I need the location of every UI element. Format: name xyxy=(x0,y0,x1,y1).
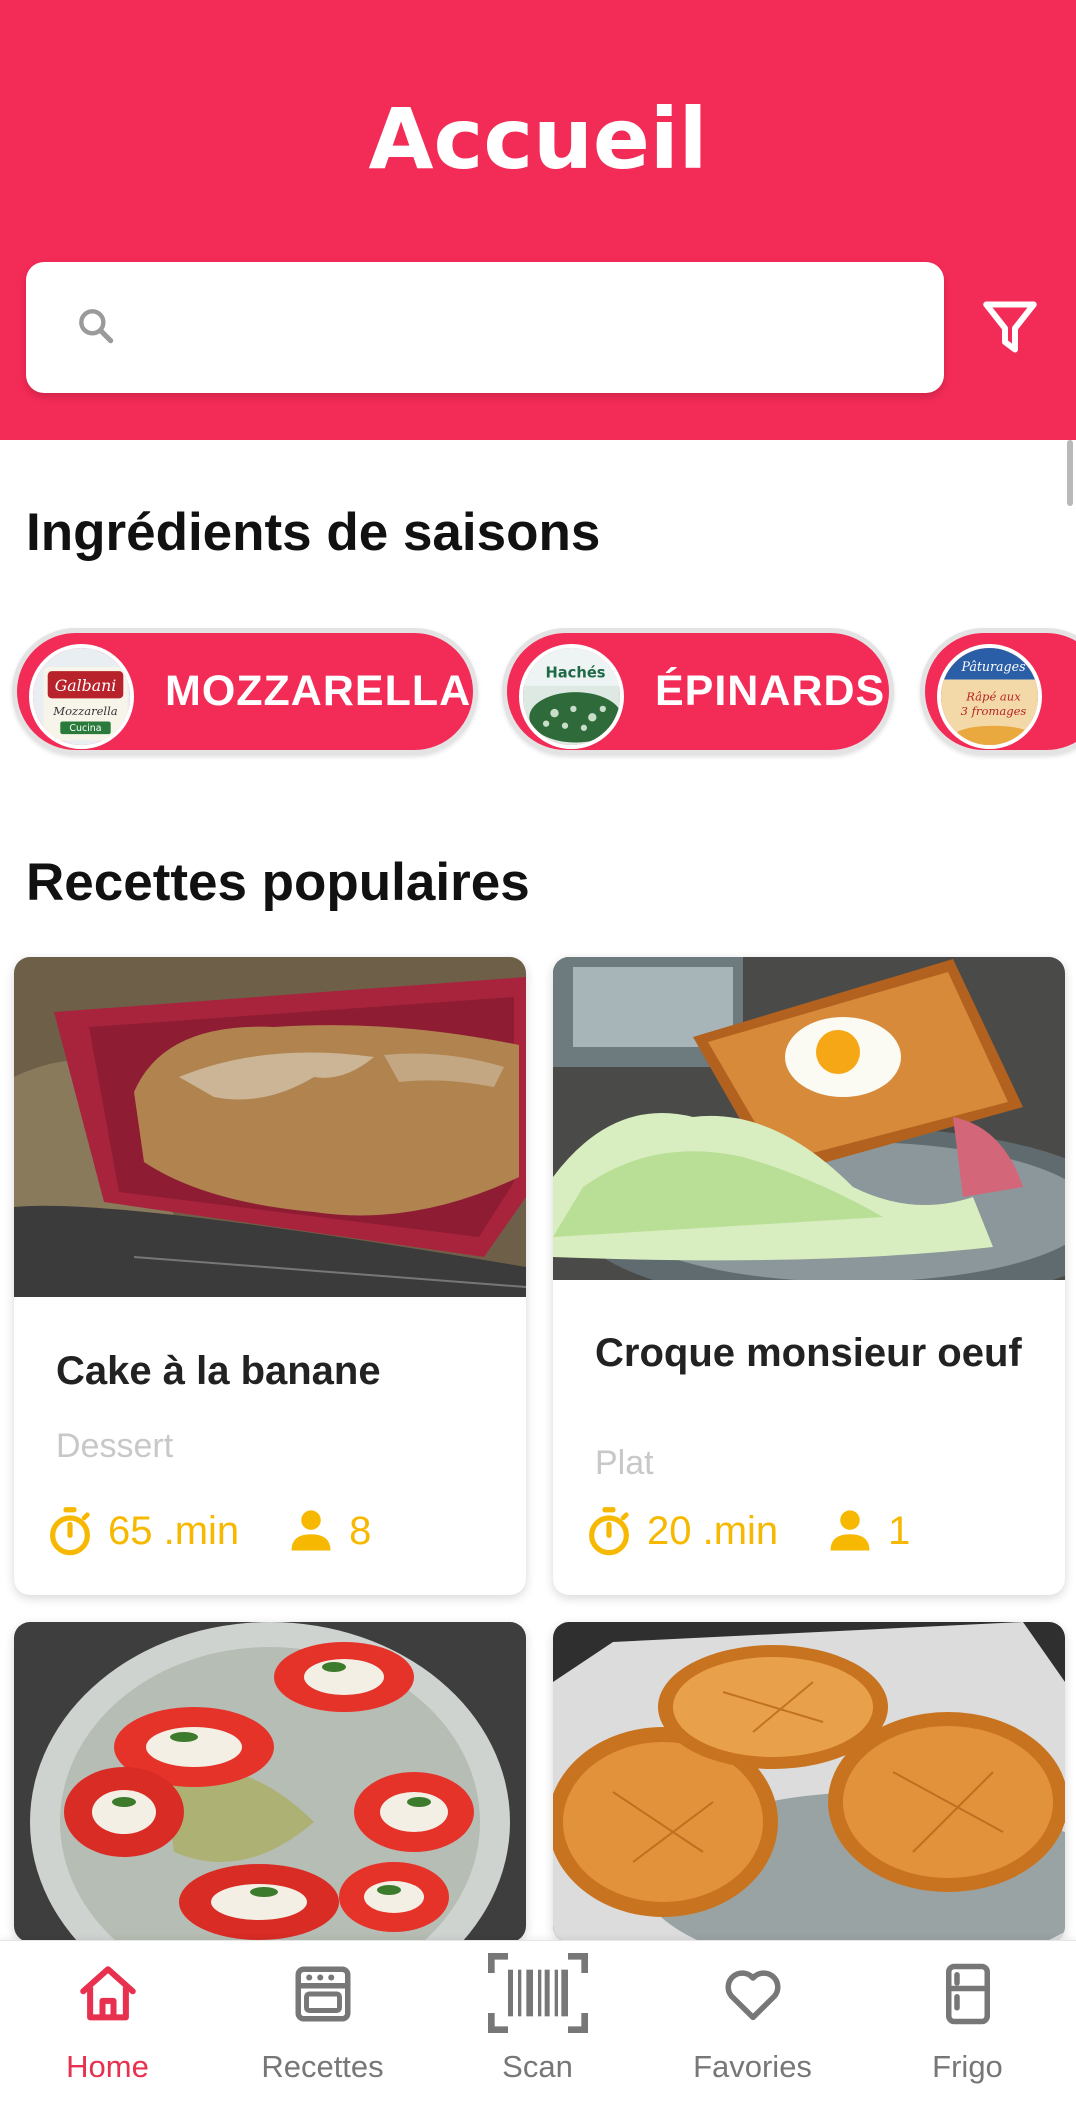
recipe-card-galettes[interactable] xyxy=(553,1622,1065,1942)
grated-cheese-image: Pâturages Râpé aux 3 fromages xyxy=(937,644,1042,749)
page-title: Accueil xyxy=(368,90,708,188)
nav-home[interactable]: Home xyxy=(0,1941,215,2111)
recipe-card-caprese[interactable] xyxy=(14,1622,526,1942)
recipe-title: Croque monsieur oeuf xyxy=(595,1331,1022,1375)
recipe-time: 65 .min xyxy=(108,1508,240,1553)
nav-recettes[interactable]: Recettes xyxy=(215,1941,430,2111)
person-icon xyxy=(830,1510,870,1551)
timer-icon xyxy=(589,1507,629,1556)
nav-label: Frigo xyxy=(932,2049,1003,2084)
popular-section-title: Recettes populaires xyxy=(26,853,530,912)
ingredient-chip-epinards[interactable]: Hachés ÉPINARDS xyxy=(502,628,894,755)
svg-text:Mozzarella: Mozzarella xyxy=(52,704,117,718)
nav-label: Recettes xyxy=(261,2049,384,2084)
recipe-category: Plat xyxy=(595,1444,654,1482)
ingredient-chip-fromages[interactable]: Pâturages Râpé aux 3 fromages xyxy=(920,628,1076,755)
svg-text:Râpé aux: Râpé aux xyxy=(965,690,1021,704)
nav-label: Home xyxy=(66,2049,149,2084)
recipe-meta: 20 .min 1 xyxy=(583,1503,910,1559)
recipe-meta: 65 .min 8 xyxy=(44,1503,371,1559)
barcode-scan-icon xyxy=(488,1953,588,2033)
nav-label: Scan xyxy=(502,2049,573,2084)
recipe-servings: 1 xyxy=(888,1508,911,1553)
seasonal-section-title: Ingrédients de saisons xyxy=(26,503,601,562)
mozzarella-image: Galbani Mozzarella Cucina xyxy=(29,644,134,749)
spinach-image: Hachés xyxy=(519,644,624,749)
heart-icon xyxy=(725,1970,781,2021)
home-icon xyxy=(80,1966,136,2021)
recipe-image xyxy=(553,1622,1065,1942)
timer-icon xyxy=(50,1507,90,1556)
nav-favories[interactable]: Favories xyxy=(645,1941,860,2111)
nav-frigo[interactable]: Frigo xyxy=(860,1941,1075,2111)
svg-text:Cucina: Cucina xyxy=(69,723,101,734)
app-header: Accueil xyxy=(0,0,1076,440)
recipe-image xyxy=(14,957,526,1297)
svg-text:Hachés: Hachés xyxy=(545,664,605,681)
svg-text:Pâturages: Pâturages xyxy=(960,659,1026,674)
person-icon xyxy=(291,1510,331,1551)
ingredient-chip-label: MOZZARELLA xyxy=(165,667,472,715)
recipe-image xyxy=(14,1622,526,1942)
recipe-category: Dessert xyxy=(56,1427,174,1465)
fridge-icon xyxy=(946,1963,990,2025)
recipe-card-croque-monsieur[interactable]: Croque monsieur oeuf Plat 20 .min 1 xyxy=(553,957,1065,1595)
recipe-image xyxy=(553,957,1065,1280)
filter-icon[interactable] xyxy=(980,296,1040,358)
svg-text:Galbani: Galbani xyxy=(55,676,117,695)
svg-text:3 fromages: 3 fromages xyxy=(961,704,1027,718)
ingredient-chip-label: ÉPINARDS xyxy=(655,667,886,715)
bottom-navigation: Home Recettes Scan Favories Frigo xyxy=(0,1940,1076,2111)
oven-icon xyxy=(295,1966,351,2022)
recipe-title: Cake à la banane xyxy=(56,1349,381,1393)
recipe-servings: 8 xyxy=(349,1508,372,1553)
recipe-time: 20 .min xyxy=(647,1508,779,1553)
scrollbar[interactable] xyxy=(1067,440,1073,506)
nav-label: Favories xyxy=(693,2049,812,2084)
search-icon xyxy=(79,309,114,344)
ingredient-chip-mozzarella[interactable]: Galbani Mozzarella Cucina MOZZARELLA xyxy=(12,628,478,755)
recipe-card-cake-banane[interactable]: Cake à la banane Dessert 65 .min 8 xyxy=(14,957,526,1595)
search-input[interactable] xyxy=(26,262,944,393)
nav-scan[interactable]: Scan xyxy=(430,1941,645,2111)
